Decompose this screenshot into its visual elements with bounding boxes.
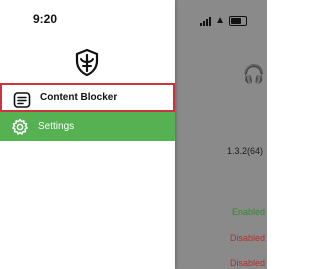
status-disabled: Disabled	[229, 258, 265, 268]
menu-item-content-blocker[interactable]: Content Blocker	[0, 83, 175, 112]
navigation-drawer: 9:20 Content Blocker Settings	[0, 0, 175, 269]
headset-icon[interactable]: 🎧	[243, 64, 265, 85]
status-indicators: ▲	[200, 16, 247, 26]
list-document-icon	[13, 92, 31, 108]
battery-icon	[229, 16, 247, 26]
menu-item-label: Settings	[38, 121, 75, 132]
status-time: 9:20	[33, 12, 58, 26]
wifi-icon: ▲	[215, 15, 225, 26]
gear-icon	[12, 118, 28, 135]
status-disabled: Disabled	[229, 233, 265, 243]
menu-item-label: Content Blocker	[40, 92, 118, 103]
app-screen: ▲ 🎧 1.3.2(64) Enabled Disabled Disabled …	[0, 0, 267, 269]
app-version: 1.3.2(64)	[226, 146, 263, 156]
menu-item-settings[interactable]: Settings	[0, 112, 175, 141]
status-enabled: Enabled	[231, 207, 265, 217]
cellular-signal-icon	[200, 16, 212, 26]
app-logo-icon	[75, 48, 99, 77]
